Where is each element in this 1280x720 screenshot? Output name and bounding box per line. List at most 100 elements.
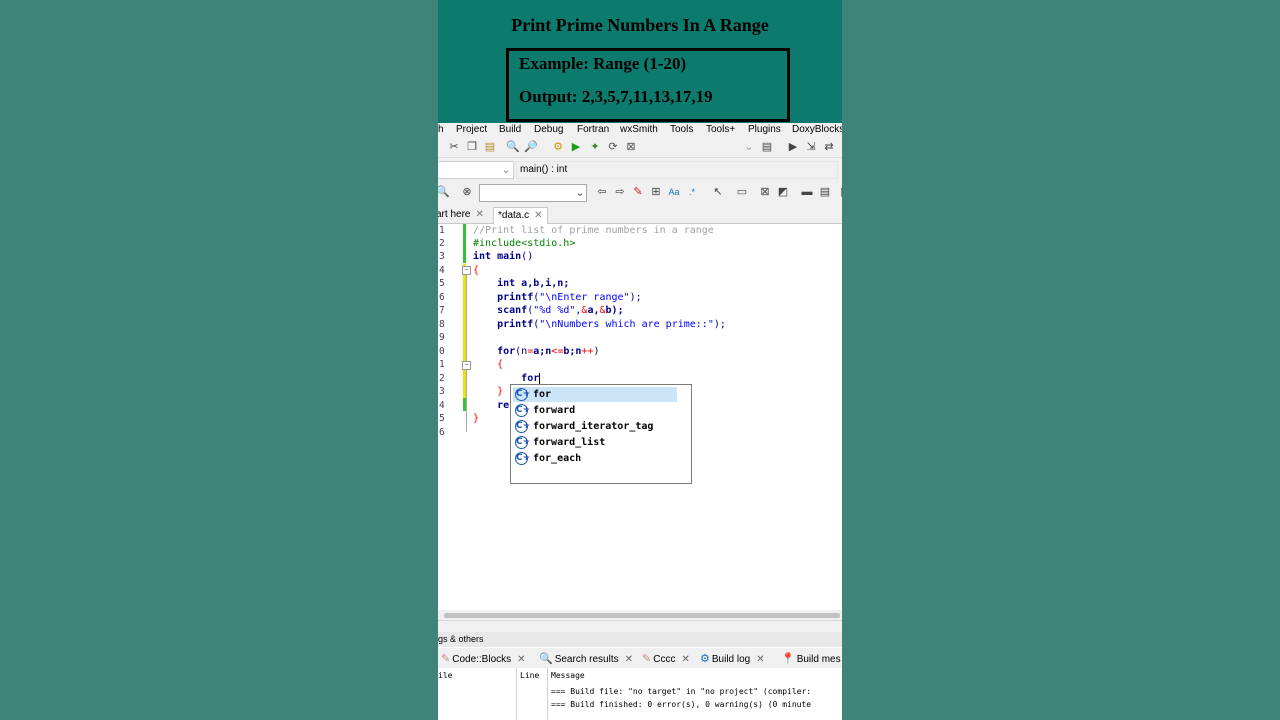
line-number: 1	[439, 359, 445, 370]
build-gear-icon[interactable]: ⚙	[551, 140, 565, 154]
abort-icon[interactable]: ⊠	[624, 140, 638, 154]
find-icon[interactable]: 🔍	[506, 140, 520, 154]
build-messages-table: ile Line Message === Build file: "no tar…	[438, 668, 842, 720]
autocomplete-item-for[interactable]: C+ for	[513, 387, 677, 402]
line-number: 4	[439, 265, 445, 276]
next-arrow-icon[interactable]: ⇨	[613, 185, 627, 199]
edit-box-icon[interactable]: ◩	[776, 185, 790, 199]
code-function-name: main	[491, 251, 522, 262]
rebuild-icon[interactable]: ⟳	[606, 140, 620, 154]
menu-view[interactable]: h	[438, 123, 444, 137]
editor-tabs: art here ✕ *data.c ✕	[438, 205, 842, 224]
table-row[interactable]: === Build file: "no target" in "no proje…	[551, 687, 811, 696]
panel-split-icon[interactable]: ▤	[818, 185, 832, 199]
debug-run-icon[interactable]: ▶	[786, 140, 800, 154]
tab-data-c[interactable]: *data.c ✕	[493, 207, 548, 224]
tab-codeblocks-label: Code::Blocks	[452, 654, 512, 665]
rectangle-icon[interactable]: ▭	[735, 185, 749, 199]
autocomplete-popup: C+ for C+ forward C+ forward_iterator_tag C…	[510, 384, 692, 484]
code-comment: //Print list of prime numbers in a range	[473, 225, 714, 236]
close-icon[interactable]: ✕	[475, 209, 483, 220]
line-number: 8	[439, 319, 445, 330]
prev-arrow-icon[interactable]: ⇦	[595, 185, 609, 199]
copy-icon[interactable]: ❐	[465, 140, 479, 154]
code-string: "%d %d"	[533, 305, 576, 316]
selection-icon[interactable]: ⊞	[649, 185, 663, 199]
search-dropdown-arrow-icon[interactable]: ⌄	[573, 186, 587, 200]
example-text: Example: Range (1-20)	[519, 54, 687, 73]
menu-plugins[interactable]: Plugins	[748, 123, 781, 137]
close-icon[interactable]: ✕	[625, 654, 633, 665]
close-icon[interactable]: ✕	[517, 654, 525, 665]
code-declaration: a,b,i,n;	[515, 278, 570, 289]
horizontal-scrollbar[interactable]	[438, 610, 842, 620]
menu-debug[interactable]: Debug	[534, 123, 563, 137]
scope-dropdown-arrow-icon[interactable]: ⌄	[499, 163, 513, 177]
panel-more-icon[interactable]: ▯	[836, 185, 842, 199]
autocomplete-item-forward[interactable]: C+ forward	[513, 403, 677, 418]
regex-icon[interactable]: .*	[685, 185, 699, 199]
panel-icon[interactable]: ▬	[800, 185, 814, 199]
close-icon[interactable]: ✕	[756, 654, 764, 665]
menu-wxsmith[interactable]: wxSmith	[620, 123, 658, 137]
tab-build-log[interactable]: ⚙ Build log ✕	[700, 650, 765, 668]
autocomplete-item-forward-list[interactable]: C+ forward_list	[513, 435, 677, 450]
search-combo[interactable]: ⌄	[479, 184, 587, 202]
build-run-icon[interactable]: ✦	[588, 140, 602, 154]
tab-codeblocks-log[interactable]: ✎ Code::Blocks ✕	[441, 650, 526, 668]
pointer-icon[interactable]: ↖	[711, 185, 725, 199]
tab-build-messages[interactable]: 📍 Build mes	[781, 650, 841, 668]
run-icon[interactable]: ▶	[569, 140, 583, 154]
close-icon[interactable]: ✕	[534, 210, 542, 221]
main-toolbar: ✂ ❐ ▤ 🔍 🔎 ⚙ ▶ ✦ ⟳ ⊠ ⌄ ▤ ▶ ⇲ ⇄	[438, 137, 842, 157]
code-brace: }	[497, 386, 504, 397]
highlight-icon[interactable]: ✎	[631, 185, 645, 199]
tab-search-results[interactable]: 🔍 Search results ✕	[539, 650, 633, 668]
autocomplete-item-label: for	[533, 389, 552, 400]
paste-icon[interactable]: ▤	[483, 140, 497, 154]
code-function-call: scanf	[497, 305, 528, 316]
menu-fortran[interactable]: Fortran	[577, 123, 609, 137]
line-number: 5	[439, 278, 445, 289]
scrollbar-thumb[interactable]	[444, 613, 840, 618]
menu-project[interactable]: Project	[456, 123, 487, 137]
grid-icon[interactable]: ⊠	[758, 185, 772, 199]
line-number: 0	[439, 346, 445, 357]
line-number: 4	[439, 400, 445, 411]
menu-build[interactable]: Build	[499, 123, 521, 137]
tab-start-here[interactable]: art here ✕	[438, 207, 484, 223]
close-icon[interactable]: ✕	[681, 654, 689, 665]
match-case-icon[interactable]: Aa	[667, 185, 681, 199]
code-operator: ++	[581, 346, 594, 357]
scope-combo[interactable]: ⌄	[438, 161, 514, 179]
search-icon: 🔍	[539, 653, 553, 665]
cut-icon[interactable]: ✂	[447, 140, 461, 154]
autocomplete-item-forward-iterator-tag[interactable]: C+ forward_iterator_tag	[513, 419, 677, 434]
build-target-icon[interactable]: ▤	[760, 140, 774, 154]
title-banner: Print Prime Numbers In A Range Example: …	[438, 0, 842, 123]
target-dropdown-arrow-icon[interactable]: ⌄	[742, 140, 756, 154]
clear-icon[interactable]: ⊗	[460, 185, 474, 199]
search-icon[interactable]: 🔍	[438, 185, 450, 199]
fold-marker-icon[interactable]: −	[462, 266, 471, 275]
debug-step-icon[interactable]: ⇲	[804, 140, 818, 154]
debug-next-icon[interactable]: ⇄	[822, 140, 836, 154]
column-header-line[interactable]: Line	[520, 671, 539, 680]
menu-doxyblocks[interactable]: DoxyBlocks	[792, 123, 842, 137]
code-include: #include<stdio.h>	[473, 238, 576, 249]
menu-tools-plus[interactable]: Tools+	[706, 123, 735, 137]
column-header-message[interactable]: Message	[551, 671, 585, 680]
column-header-file[interactable]: ile	[438, 671, 452, 680]
cpp-keyword-icon: C+	[515, 420, 531, 433]
fold-marker-icon[interactable]: −	[462, 361, 471, 370]
code-identifier: b);	[605, 305, 624, 316]
log-tabs: ✎ Code::Blocks ✕ 🔍 Search results ✕ ✎ Cccc ✕ ⚙…	[438, 648, 842, 668]
replace-icon[interactable]: 🔎	[524, 140, 538, 154]
code-brace: }	[473, 413, 480, 424]
table-row[interactable]: === Build finished: 0 error(s), 0 warnin…	[551, 700, 811, 709]
log-icon: ✎	[642, 653, 652, 665]
function-combo[interactable]: main() : int	[516, 161, 838, 179]
autocomplete-item-for-each[interactable]: C+ for_each	[513, 451, 677, 466]
menu-tools[interactable]: Tools	[670, 123, 693, 137]
tab-cccc[interactable]: ✎ Cccc ✕	[642, 650, 690, 668]
